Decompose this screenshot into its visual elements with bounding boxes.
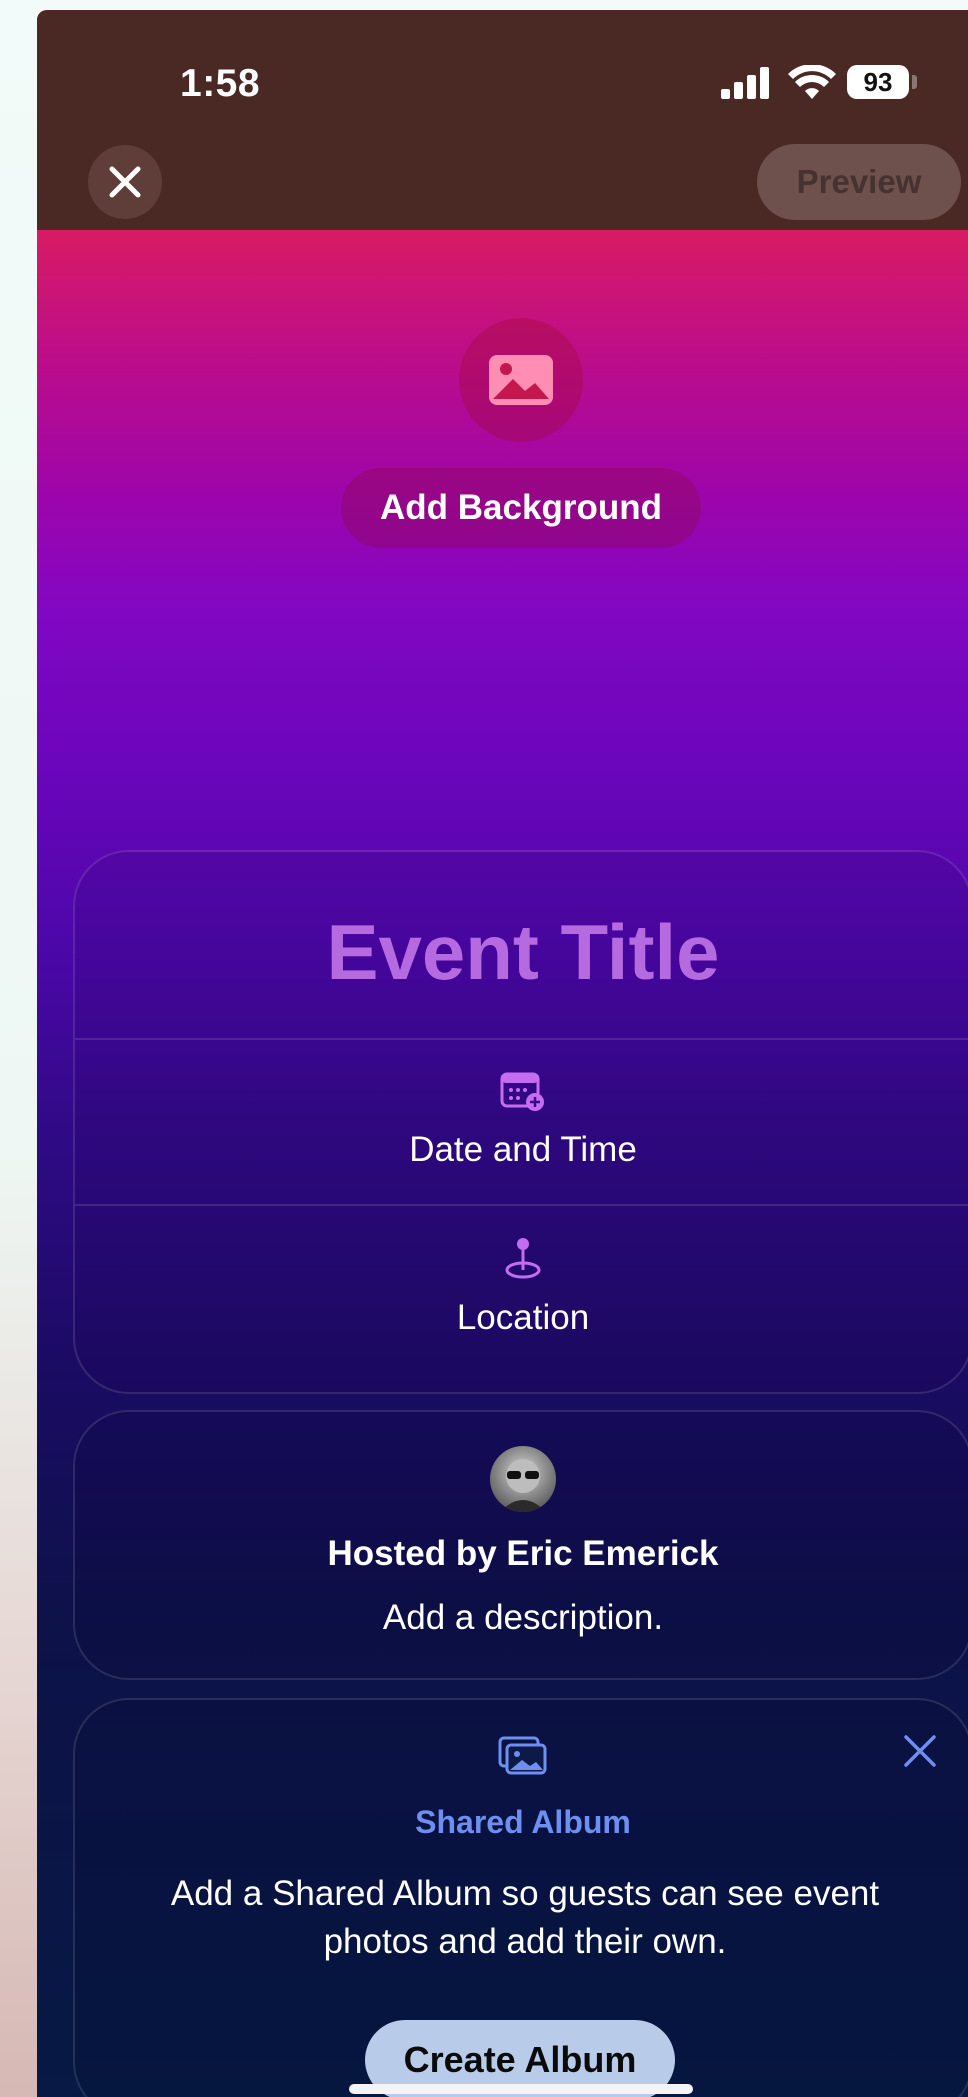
battery-cap-icon [912,75,917,89]
description-field[interactable]: Add a description. [75,1598,968,1638]
preview-button[interactable]: Preview [757,144,961,220]
photo-stack-icon [498,1736,547,1775]
event-details-card: Event Title Date and Time Location [73,850,968,1394]
location-pin-icon [505,1238,541,1279]
add-background-icon-button[interactable] [459,318,583,442]
add-background-button[interactable]: Add Background [341,468,701,548]
shared-album-card: Shared Album Add a Shared Album so guest… [73,1698,968,2097]
date-time-label: Date and Time [409,1130,637,1169]
wifi-icon [788,65,836,99]
status-time: 1:58 [180,62,261,105]
app-screen: 1:58 93 Preview Add Background Event Tit… [37,10,968,2097]
status-icons [721,62,837,104]
location-row[interactable]: Location [75,1206,968,1394]
close-icon [109,166,141,198]
home-indicator[interactable] [349,2084,693,2094]
host-name: Hosted by Eric Emerick [327,1534,719,1573]
battery-level: 93 [847,65,909,99]
event-title-field[interactable]: Event Title [75,907,968,998]
cellular-signal-icon [721,67,769,99]
photo-icon [489,355,553,405]
close-button[interactable] [88,145,162,219]
avatar [490,1446,556,1512]
host-photo-icon [500,1459,546,1512]
location-label: Location [456,1298,590,1337]
host-card: Hosted by Eric Emerick Add a description… [73,1410,968,1680]
shared-album-description: Add a Shared Album so guests can see eve… [170,1874,880,1961]
top-bar: 1:58 93 Preview [37,10,968,230]
shared-album-title: Shared Album [415,1804,631,1840]
dismiss-album-close-icon[interactable] [903,1734,937,1768]
date-time-row[interactable]: Date and Time [75,1040,968,1204]
calendar-add-icon [500,1072,544,1111]
